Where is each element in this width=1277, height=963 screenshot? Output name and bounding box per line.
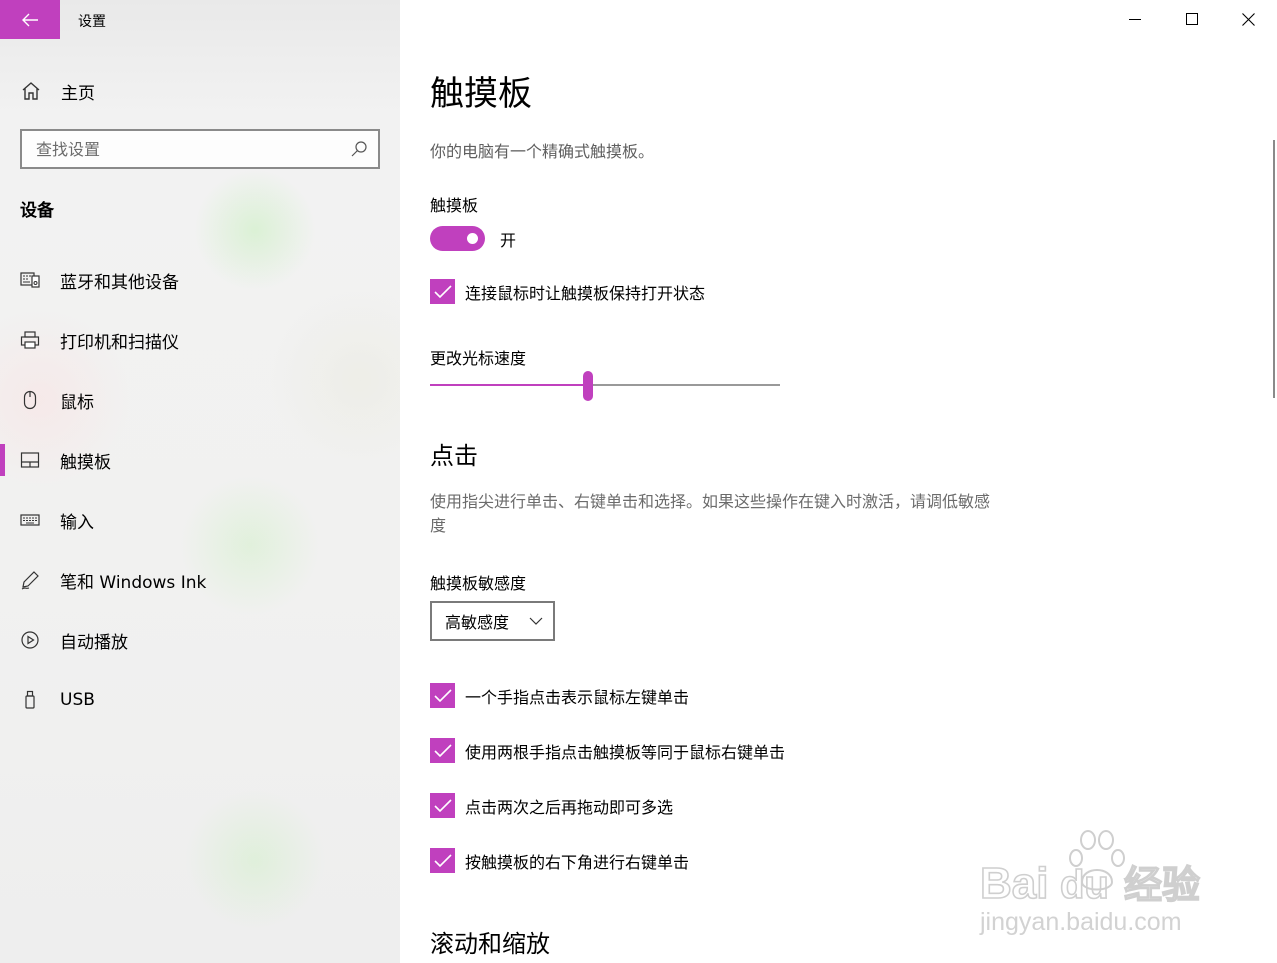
touchpad-toggle-row: 开 [430, 226, 516, 251]
taps-description: 使用指尖进行单击、右键单击和选择。如果这些操作在键入时激活，请调低敏感度 [430, 492, 991, 535]
window-controls [1106, 0, 1277, 38]
keep-on-option[interactable]: 连接鼠标时让触摸板保持打开状态 [430, 279, 705, 304]
page-title: 触摸板 [430, 74, 532, 114]
keep-on-label: 连接鼠标时让触摸板保持打开状态 [465, 283, 706, 303]
tap-option-3[interactable]: 点击两次之后再拖动即可多选 [430, 793, 673, 818]
sidebar-item-usb[interactable]: USB [0, 670, 400, 730]
arrow-left-icon [22, 13, 38, 26]
tap-option-label: 一个手指点击表示鼠标左键单击 [465, 687, 690, 707]
touchpad-label: 触摸板 [430, 196, 479, 215]
sidebar-nav: 蓝牙和其他设备 打印机和扫描仪 鼠标 触摸板 输入 笔和 Windows Ink… [0, 250, 400, 730]
sidebar-item-printers[interactable]: 打印机和扫描仪 [0, 310, 400, 370]
usb-icon [25, 690, 35, 709]
app-title: 设置 [78, 14, 106, 30]
sidebar-item-autoplay[interactable]: 自动播放 [0, 610, 400, 670]
sidebar-item-label: 鼠标 [60, 392, 94, 413]
tap-option-checkbox[interactable] [430, 848, 455, 873]
tap-option-2[interactable]: 使用两根手指点击触摸板等同于鼠标右键单击 [430, 738, 785, 763]
search-box[interactable] [20, 129, 380, 169]
minimize-icon [1128, 19, 1141, 20]
autoplay-icon [21, 631, 39, 649]
checkmark-icon [433, 853, 452, 867]
svg-text:jingyan.baidu.com: jingyan.baidu.com [979, 908, 1182, 936]
sidebar-item-label: 触摸板 [60, 452, 111, 473]
close-button[interactable] [1220, 0, 1277, 38]
page-description: 你的电脑有一个精确式触摸板。 [430, 142, 655, 161]
checkmark-icon [433, 798, 452, 812]
tap-option-4[interactable]: 按触摸板的右下角进行右键单击 [430, 848, 689, 873]
tap-option-label: 按触摸板的右下角进行右键单击 [465, 852, 690, 872]
home-label: 主页 [61, 83, 95, 104]
mouse-icon [23, 390, 37, 410]
pen-icon [21, 571, 39, 590]
tap-option-checkbox[interactable] [430, 683, 455, 708]
sidebar: 设置 主页 设备 蓝牙和其他设备 [0, 0, 400, 963]
sidebar-item-label: 蓝牙和其他设备 [60, 272, 179, 293]
taps-heading: 点击 [430, 442, 478, 470]
svg-text:du: du [1060, 863, 1109, 907]
search-input[interactable] [22, 131, 350, 167]
sidebar-item-bluetooth[interactable]: 蓝牙和其他设备 [0, 250, 400, 310]
scrollbar[interactable] [1273, 140, 1275, 398]
tap-option-checkbox[interactable] [430, 793, 455, 818]
sidebar-item-typing[interactable]: 输入 [0, 490, 400, 550]
sensitivity-value: 高敏感度 [445, 613, 510, 632]
close-icon [1242, 12, 1255, 26]
sensitivity-label: 触摸板敏感度 [430, 574, 527, 593]
section-title: 设备 [20, 201, 54, 221]
sidebar-item-label: 笔和 Windows Ink [60, 572, 207, 593]
minimize-button[interactable] [1106, 0, 1163, 38]
scroll-heading: 滚动和缩放 [430, 930, 550, 958]
active-indicator [0, 444, 5, 476]
sidebar-item-touchpad[interactable]: 触摸板 [0, 430, 400, 490]
home-icon [22, 82, 40, 100]
keyboard-icon [20, 514, 40, 526]
checkmark-icon [433, 688, 452, 702]
sidebar-item-mouse[interactable]: 鼠标 [0, 370, 400, 430]
toggle-state-text: 开 [500, 230, 517, 250]
sidebar-item-pen[interactable]: 笔和 Windows Ink [0, 550, 400, 610]
chevron-down-icon [529, 617, 543, 625]
bluetooth-devices-icon [20, 272, 40, 288]
svg-text:经验: 经验 [1124, 863, 1200, 907]
cursor-speed-slider[interactable] [430, 370, 780, 402]
printer-icon [20, 331, 40, 349]
sidebar-item-label: USB [60, 690, 95, 710]
back-button[interactable] [0, 0, 60, 39]
touchpad-icon [20, 452, 40, 468]
keep-on-checkbox[interactable] [430, 279, 455, 304]
sidebar-item-label: 自动播放 [60, 632, 128, 653]
sensitivity-dropdown[interactable]: 高敏感度 [430, 601, 555, 641]
tap-option-1[interactable]: 一个手指点击表示鼠标左键单击 [430, 683, 689, 708]
main-content: 触摸板 你的电脑有一个精确式触摸板。 触摸板 开 连接鼠标时让触摸板保持打开状态… [400, 0, 1277, 963]
tap-option-label: 点击两次之后再拖动即可多选 [465, 797, 674, 817]
tap-option-checkbox[interactable] [430, 738, 455, 763]
slider-thumb[interactable] [583, 371, 593, 401]
maximize-button[interactable] [1163, 0, 1220, 38]
touchpad-toggle[interactable] [430, 226, 485, 251]
maximize-icon [1185, 13, 1198, 25]
baidu-watermark-logo: Bai du 经验 jingyan.baidu.com [979, 830, 1201, 936]
sidebar-item-label: 打印机和扫描仪 [60, 332, 179, 353]
slider-fill [430, 384, 588, 386]
sidebar-item-label: 输入 [60, 512, 94, 533]
tap-option-label: 使用两根手指点击触摸板等同于鼠标右键单击 [465, 742, 786, 762]
checkmark-icon [433, 743, 452, 757]
cursor-speed-label: 更改光标速度 [430, 349, 527, 368]
checkmark-icon [433, 284, 452, 298]
sidebar-item-home[interactable]: 主页 [20, 78, 95, 104]
svg-text:Bai: Bai [980, 859, 1048, 908]
search-icon[interactable] [350, 140, 368, 158]
